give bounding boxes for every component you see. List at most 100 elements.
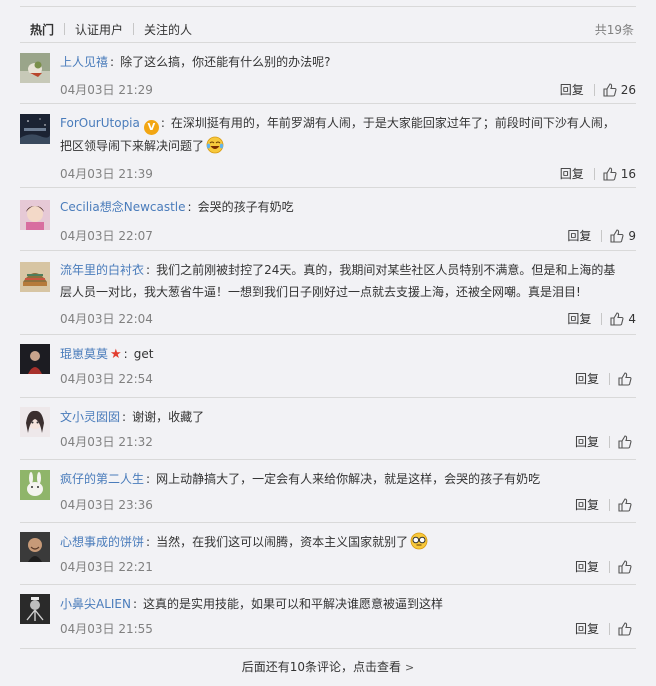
comment-username[interactable]: 上人见禧 bbox=[60, 55, 108, 69]
comment-username[interactable]: 疯仔的第二人生 bbox=[60, 472, 144, 486]
comment-time: 04月03日 22:54 bbox=[60, 372, 153, 386]
verified-badge-icon: V bbox=[143, 120, 159, 135]
comment-text: 谢谢，收藏了 bbox=[132, 410, 205, 424]
comment-time: 04月03日 22:04 bbox=[60, 312, 153, 326]
comment-item: 小鼻尖ALIEN: 这真的是实用技能，如果可以和平解决谁愿意被逼到这样 04月03… bbox=[20, 584, 636, 646]
reply-button[interactable]: 回复 bbox=[575, 620, 599, 637]
thumbs-up-icon bbox=[603, 82, 617, 97]
comment-username[interactable]: 小鼻尖ALIEN bbox=[60, 597, 131, 611]
star-icon: ★ bbox=[110, 347, 122, 362]
comment-text: 在深圳挺有用的，年前罗湖有人闹，于是大家能回家过年了；前段时间下沙有人闹，把区领… bbox=[60, 116, 615, 153]
glasses-emoji bbox=[410, 532, 428, 550]
comment-username[interactable]: Cecilia想念Newcastle bbox=[60, 200, 186, 214]
comment-username[interactable]: 文小灵囡囡 bbox=[60, 410, 120, 424]
action-divider bbox=[609, 435, 610, 448]
top-divider bbox=[20, 6, 636, 7]
reply-button[interactable]: 回复 bbox=[560, 165, 584, 182]
man-portrait-avatar-icon[interactable] bbox=[20, 532, 50, 562]
like-button[interactable] bbox=[618, 434, 636, 449]
thumbs-up-icon bbox=[618, 497, 632, 512]
comment-body: 琨崽莫莫 ★: get bbox=[60, 347, 154, 362]
action-divider bbox=[609, 560, 610, 573]
thumbs-up-icon bbox=[603, 166, 617, 181]
action-divider bbox=[593, 83, 595, 96]
comment-item: Cecilia想念Newcastle: 会哭的孩子有奶吃 04月03日 22:07… bbox=[20, 187, 636, 250]
comment-username[interactable]: 心想事成的饼饼 bbox=[60, 535, 144, 549]
tab-verified-users[interactable]: 认证用户 bbox=[75, 21, 123, 38]
reply-button[interactable]: 回复 bbox=[567, 227, 591, 244]
alien-avatar-icon[interactable] bbox=[20, 594, 50, 624]
like-count: 4 bbox=[628, 311, 636, 326]
comment-time: 04月03日 22:07 bbox=[60, 229, 153, 243]
comment-time: 04月03日 21:39 bbox=[60, 167, 153, 181]
tab-hot[interactable]: 热门 bbox=[30, 21, 54, 38]
comment-actions: 回复 bbox=[575, 496, 636, 513]
comment-body: 上人见禧: 除了这么搞，你还能有什么别的办法呢? bbox=[60, 55, 331, 69]
comment-text: 除了这么搞，你还能有什么别的办法呢? bbox=[120, 55, 331, 69]
load-more-comments-link[interactable]: 后面还有10条评论，点击查看 > bbox=[20, 648, 636, 681]
like-count: 9 bbox=[628, 228, 636, 243]
comment-username[interactable]: 琨崽莫莫 bbox=[60, 347, 108, 361]
chevron-right-icon: > bbox=[405, 661, 415, 674]
comment-body: 流年里的白衬衣: 我们之前刚被封控了24天。真的，我期间对某些社区人员特别不满意。… bbox=[60, 263, 616, 299]
comment-item: 流年里的白衬衣: 我们之前刚被封控了24天。真的，我期间对某些社区人员特别不满意。… bbox=[20, 250, 636, 334]
like-button[interactable] bbox=[618, 371, 636, 386]
comment-body: Cecilia想念Newcastle: 会哭的孩子有奶吃 bbox=[60, 200, 294, 214]
comment-item: ForOurUtopia V: 在深圳挺有用的，年前罗湖有人闹，于是大家能回家过年了… bbox=[20, 103, 636, 187]
rabbit-avatar-icon[interactable] bbox=[20, 470, 50, 500]
action-divider bbox=[609, 498, 610, 511]
thumbs-up-icon bbox=[618, 371, 632, 386]
reply-button[interactable]: 回复 bbox=[567, 310, 591, 327]
like-button[interactable]: 4 bbox=[610, 312, 636, 326]
comment-username[interactable]: ForOurUtopia bbox=[60, 116, 140, 130]
comment-username[interactable]: 流年里的白衬衣 bbox=[60, 263, 144, 277]
like-button[interactable] bbox=[618, 497, 636, 512]
thumbs-up-icon bbox=[610, 311, 624, 326]
comment-body: 心想事成的饼饼: 当然，在我们这可以闹腾，资本主义国家就别了 bbox=[60, 531, 626, 553]
reply-button[interactable]: 回复 bbox=[575, 496, 599, 513]
knit-hat-avatar-icon[interactable] bbox=[20, 262, 50, 292]
comment-body: 疯仔的第二人生: 网上动静搞大了，一定会有人来给你解决，就是这样，会哭的孩子有奶吃 bbox=[60, 472, 541, 486]
comment-time: 04月03日 21:29 bbox=[60, 83, 153, 97]
comment-actions: 回复 bbox=[575, 370, 636, 387]
comment-text: 当然，在我们这可以闹腾，资本主义国家就别了 bbox=[156, 535, 409, 549]
reply-button[interactable]: 回复 bbox=[575, 370, 599, 387]
bird-avatar-icon[interactable] bbox=[20, 53, 50, 83]
thumbs-up-icon bbox=[610, 228, 624, 243]
dark-portrait-avatar-icon[interactable] bbox=[20, 344, 50, 374]
reply-button[interactable]: 回复 bbox=[560, 81, 584, 98]
laughing-tears-emoji bbox=[206, 136, 224, 154]
reply-button[interactable]: 回复 bbox=[575, 433, 599, 450]
action-divider bbox=[609, 622, 610, 635]
tab-following[interactable]: 关注的人 bbox=[144, 21, 192, 38]
comment-actions: 回复 4 bbox=[567, 310, 636, 327]
comment-body: ForOurUtopia V: 在深圳挺有用的，年前罗湖有人闹，于是大家能回家过年了… bbox=[60, 116, 615, 154]
like-button[interactable]: 26 bbox=[603, 83, 636, 97]
comment-panel: 热门 认证用户 关注的人 共19条 上人见禧: 除了这么搞，你还能有什么别的办法呢… bbox=[0, 0, 656, 681]
comment-count: 共19条 bbox=[594, 23, 634, 37]
reply-button[interactable]: 回复 bbox=[575, 558, 599, 575]
action-divider bbox=[609, 372, 610, 385]
comment-item: 上人见禧: 除了这么搞，你还能有什么别的办法呢? 04月03日 21:29 回复 … bbox=[20, 42, 636, 103]
comment-item: 心想事成的饼饼: 当然，在我们这可以闹腾，资本主义国家就别了 04月03日 22:… bbox=[20, 522, 636, 584]
like-button[interactable]: 9 bbox=[610, 229, 636, 243]
comment-actions: 回复 9 bbox=[567, 227, 636, 244]
comment-text: get bbox=[133, 347, 154, 361]
like-button[interactable]: 16 bbox=[603, 167, 636, 181]
anime-girl-avatar-icon[interactable] bbox=[20, 407, 50, 437]
action-divider bbox=[601, 229, 603, 242]
comment-actions: 回复 bbox=[575, 620, 636, 637]
like-button[interactable] bbox=[618, 559, 636, 574]
comment-time: 04月03日 21:55 bbox=[60, 622, 153, 636]
night-sky-avatar-icon[interactable] bbox=[20, 114, 50, 144]
comment-item: 文小灵囡囡: 谢谢，收藏了 04月03日 21:32 回复 bbox=[20, 397, 636, 459]
like-count: 16 bbox=[620, 166, 636, 181]
like-button[interactable] bbox=[618, 621, 636, 636]
tab-divider bbox=[64, 23, 66, 35]
action-divider bbox=[593, 167, 595, 180]
comment-item: 琨崽莫莫 ★: get 04月03日 22:54 回复 bbox=[20, 334, 636, 397]
comment-time: 04月03日 23:36 bbox=[60, 498, 153, 512]
comment-text: 网上动静搞大了，一定会有人来给你解决，就是这样，会哭的孩子有奶吃 bbox=[156, 472, 541, 486]
girl-avatar-icon[interactable] bbox=[20, 200, 50, 230]
comment-actions: 回复 16 bbox=[560, 165, 636, 182]
